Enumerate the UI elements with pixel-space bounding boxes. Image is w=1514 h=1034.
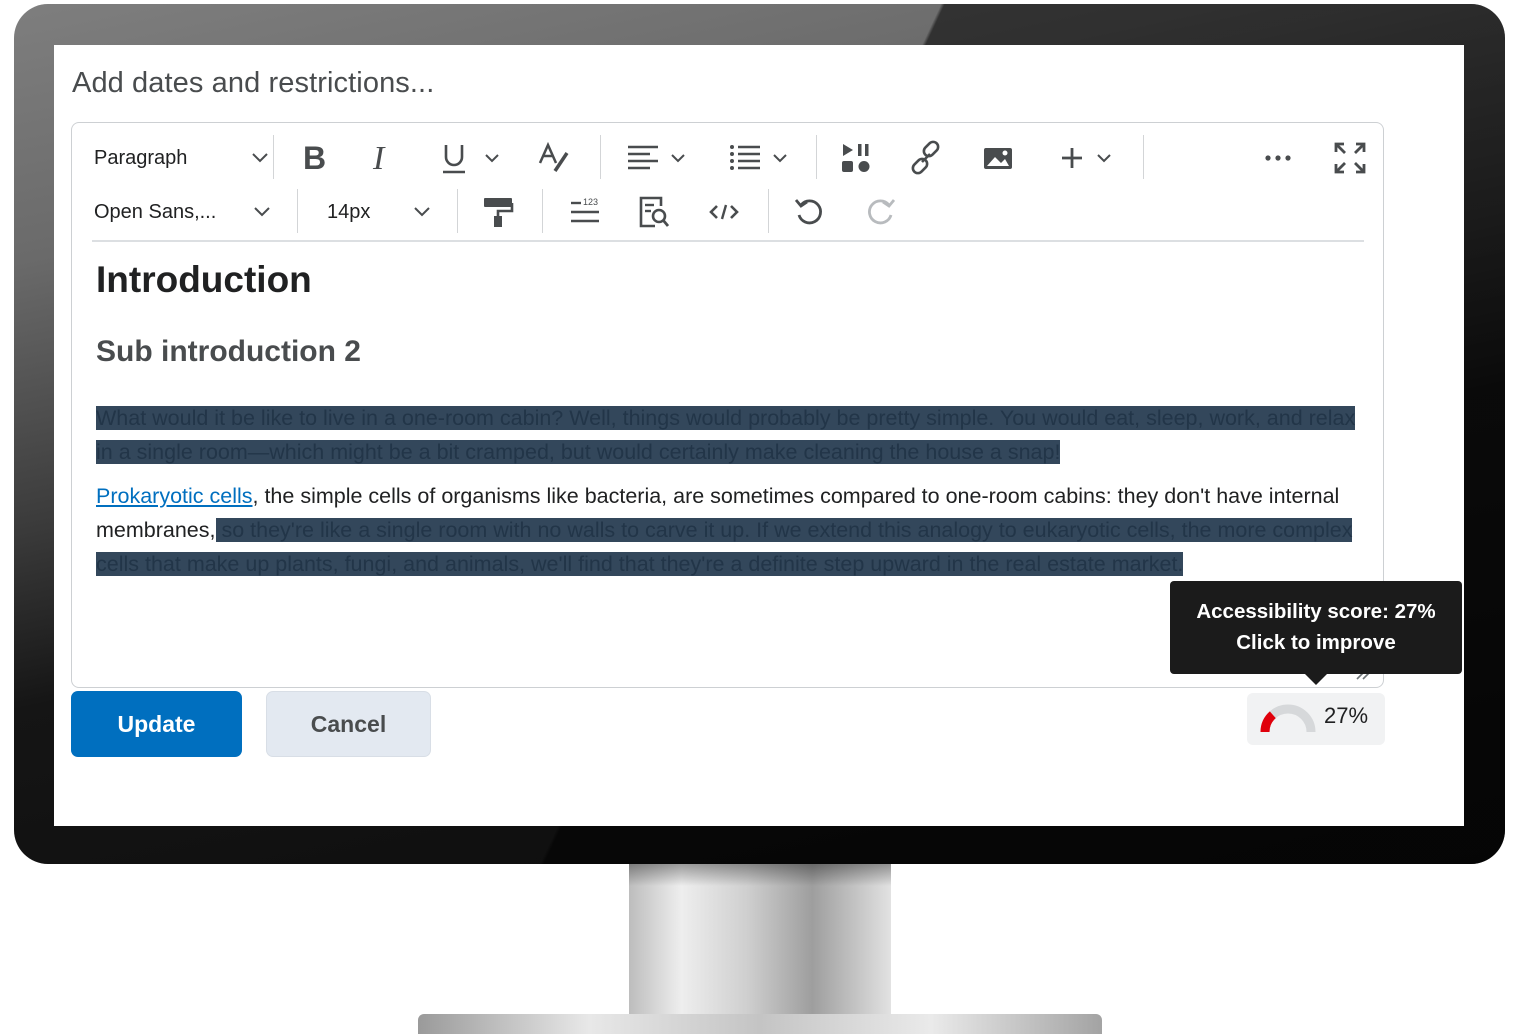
tooltip-arrow <box>1304 673 1328 685</box>
italic-icon: I <box>372 140 386 177</box>
subheading: Sub introduction 2 <box>96 335 361 368</box>
font-family-value: Open Sans,... <box>94 200 217 223</box>
bulleted-list-icon <box>730 145 787 170</box>
line-numbering-icon: 123 <box>571 197 599 223</box>
toolbar-separator <box>297 189 298 233</box>
monitor-stand-shadow <box>629 864 891 886</box>
insert-image-button[interactable] <box>978 139 1018 177</box>
strikethrough-format-icon <box>538 141 569 172</box>
source-code-icon <box>709 204 739 220</box>
chevron-down-icon <box>414 207 430 217</box>
insert-plus-icon <box>1062 148 1111 168</box>
accessibility-score-value: 27% <box>1324 703 1369 728</box>
svg-text:B: B <box>303 140 326 176</box>
undo-icon <box>794 199 822 225</box>
accessibility-score-button[interactable]: 27% <box>1247 693 1385 745</box>
paragraph-2: Prokaryotic cells, the simple cells of o… <box>96 479 1364 581</box>
line-numbering-button[interactable]: 123 <box>564 193 604 231</box>
image-icon <box>984 148 1012 169</box>
format-painter-button[interactable] <box>478 193 518 231</box>
update-button[interactable]: Update <box>71 691 242 757</box>
bold-button[interactable]: B <box>294 139 334 177</box>
selected-text: so they're like a single room with no wa… <box>96 518 1353 576</box>
selected-text: What would it be like to live in a one-r… <box>96 406 1356 464</box>
block-format-dropdown[interactable]: Paragraph <box>94 143 269 173</box>
heading-introduction: Introduction <box>96 259 312 300</box>
underline-button[interactable] <box>438 139 508 177</box>
more-button[interactable] <box>1260 139 1300 177</box>
insert-dropdown[interactable] <box>1054 139 1124 177</box>
insert-media-button[interactable] <box>836 139 876 177</box>
prokaryotic-cells-link[interactable]: Prokaryotic cells <box>96 484 253 508</box>
find-replace-button[interactable] <box>634 193 674 231</box>
monitor-stand-base <box>418 1014 1102 1034</box>
fullscreen-icon <box>1334 142 1366 174</box>
redo-icon <box>868 199 896 225</box>
bold-icon: B <box>303 140 326 176</box>
underline-icon <box>443 145 499 174</box>
font-size-dropdown[interactable]: 14px <box>327 197 447 227</box>
monitor-stand-neck <box>629 864 891 1020</box>
chevron-down-icon <box>252 153 268 163</box>
toolbar-separator <box>600 135 601 179</box>
text-format-button[interactable] <box>534 139 574 177</box>
toolbar-separator <box>816 135 817 179</box>
accessibility-gauge-icon <box>1260 704 1316 733</box>
page-heading: Add dates and restrictions... <box>72 67 435 99</box>
toolbar-separator <box>1143 135 1144 179</box>
font-family-dropdown[interactable]: Open Sans,... <box>94 197 294 227</box>
toolbar-divider <box>92 240 1364 242</box>
fullscreen-button[interactable] <box>1330 139 1370 177</box>
undo-button[interactable] <box>790 193 830 231</box>
svg-text:123: 123 <box>583 197 598 207</box>
tooltip-hint-text: Click to improve <box>1236 631 1396 654</box>
redo-button[interactable] <box>860 193 900 231</box>
screen: Add dates and restrictions... Paragraph … <box>54 45 1464 826</box>
paragraph-1: What would it be like to live in a one-r… <box>96 401 1364 469</box>
toolbar-separator <box>542 189 543 233</box>
svg-text:I: I <box>372 140 386 177</box>
format-painter-icon <box>484 198 514 227</box>
link-icon <box>911 140 940 175</box>
more-icon <box>1265 155 1291 161</box>
align-left-icon <box>628 145 685 170</box>
toolbar-separator <box>457 189 458 233</box>
tooltip-score-text: Accessibility score: 27% <box>1196 600 1436 623</box>
font-size-value: 14px <box>327 200 371 223</box>
chevron-down-icon <box>254 207 270 217</box>
accessibility-tooltip: Accessibility score: 27% Click to improv… <box>1170 581 1462 674</box>
block-format-value: Paragraph <box>94 146 188 169</box>
media-icon <box>842 144 870 172</box>
cancel-button[interactable]: Cancel <box>266 691 431 757</box>
list-dropdown[interactable] <box>726 139 796 177</box>
source-code-button[interactable] <box>704 193 744 231</box>
italic-button[interactable]: I <box>362 139 402 177</box>
find-replace-icon <box>639 196 670 228</box>
toolbar-separator <box>768 189 769 233</box>
align-dropdown[interactable] <box>624 139 694 177</box>
toolbar-separator <box>273 135 274 179</box>
insert-link-button[interactable] <box>906 139 946 177</box>
